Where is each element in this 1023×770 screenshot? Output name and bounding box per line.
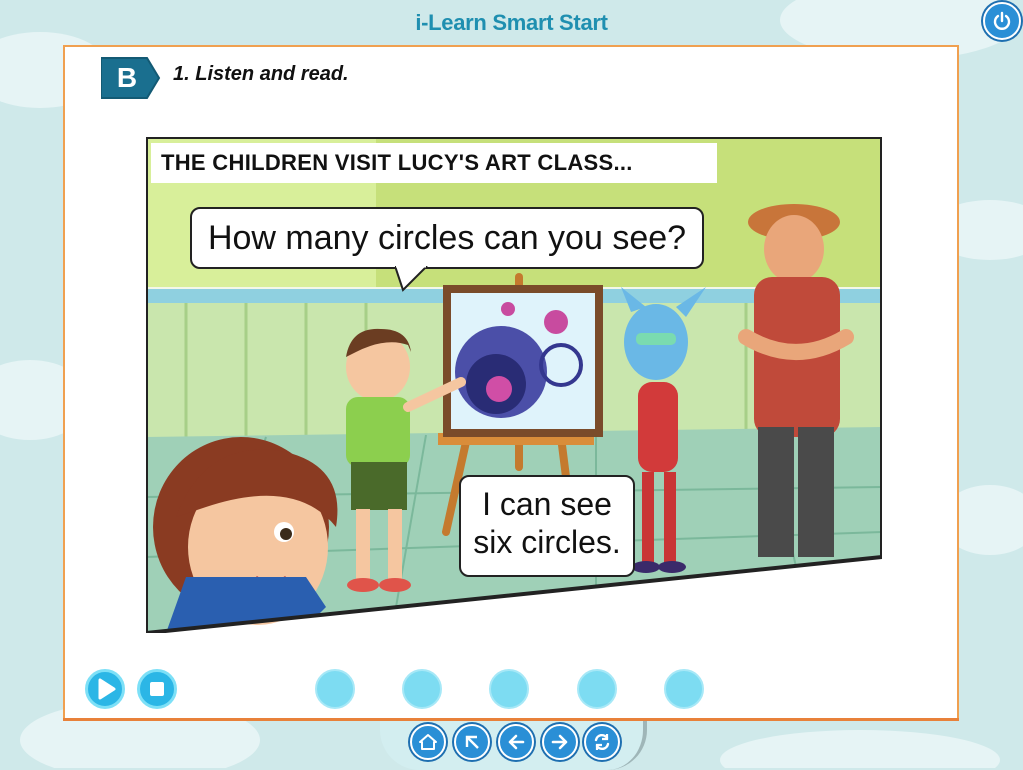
speech-bubble-answer: I can see six circles.: [459, 475, 635, 577]
nav-refresh-button[interactable]: [584, 724, 620, 760]
speech-bubble-question-tail: [395, 266, 428, 292]
nav-home-button[interactable]: [410, 724, 446, 760]
forward-icon: [551, 734, 568, 750]
back-icon: [508, 734, 525, 750]
section-letter: B: [116, 62, 138, 93]
play-button[interactable]: [85, 669, 125, 709]
panel-bottom-line: [63, 718, 959, 721]
audio-segment-button-5[interactable]: [664, 669, 704, 709]
refresh-icon: [594, 733, 610, 751]
power-button[interactable]: [983, 2, 1021, 40]
section-badge: B: [101, 56, 161, 100]
nav-back-button[interactable]: [498, 724, 534, 760]
instruction-text: 1. Listen and read.: [173, 63, 349, 85]
speech-bubble-answer-line1: I can see: [482, 486, 612, 522]
app-title: i-Learn Smart Start: [415, 10, 608, 35]
up-icon: [465, 735, 479, 749]
nav-forward-button[interactable]: [542, 724, 578, 760]
audio-segment-button-4[interactable]: [577, 669, 617, 709]
lesson-panel: B 1. Listen and read. THE CHILDREN VISIT…: [63, 45, 959, 720]
audio-segment-button-2[interactable]: [402, 669, 442, 709]
power-icon: [993, 11, 1011, 30]
stop-button[interactable]: [137, 669, 177, 709]
speech-bubble-question-text: How many circles can you see?: [207, 219, 687, 257]
comic-caption: THE CHILDREN VISIT LUCY'S ART CLASS...: [161, 150, 633, 175]
audio-segment-button-3[interactable]: [489, 669, 529, 709]
audio-segment-button-1[interactable]: [315, 669, 355, 709]
home-icon: [419, 734, 437, 750]
play-icon: [98, 678, 116, 700]
nav-up-button[interactable]: [454, 724, 490, 760]
speech-bubble-answer-line2: six circles.: [473, 524, 621, 560]
comic-caption-box: THE CHILDREN VISIT LUCY'S ART CLASS...: [151, 143, 717, 183]
stop-icon: [150, 682, 164, 696]
audio-controls: [65, 667, 961, 711]
speech-bubble-question: How many circles can you see?: [190, 207, 704, 269]
